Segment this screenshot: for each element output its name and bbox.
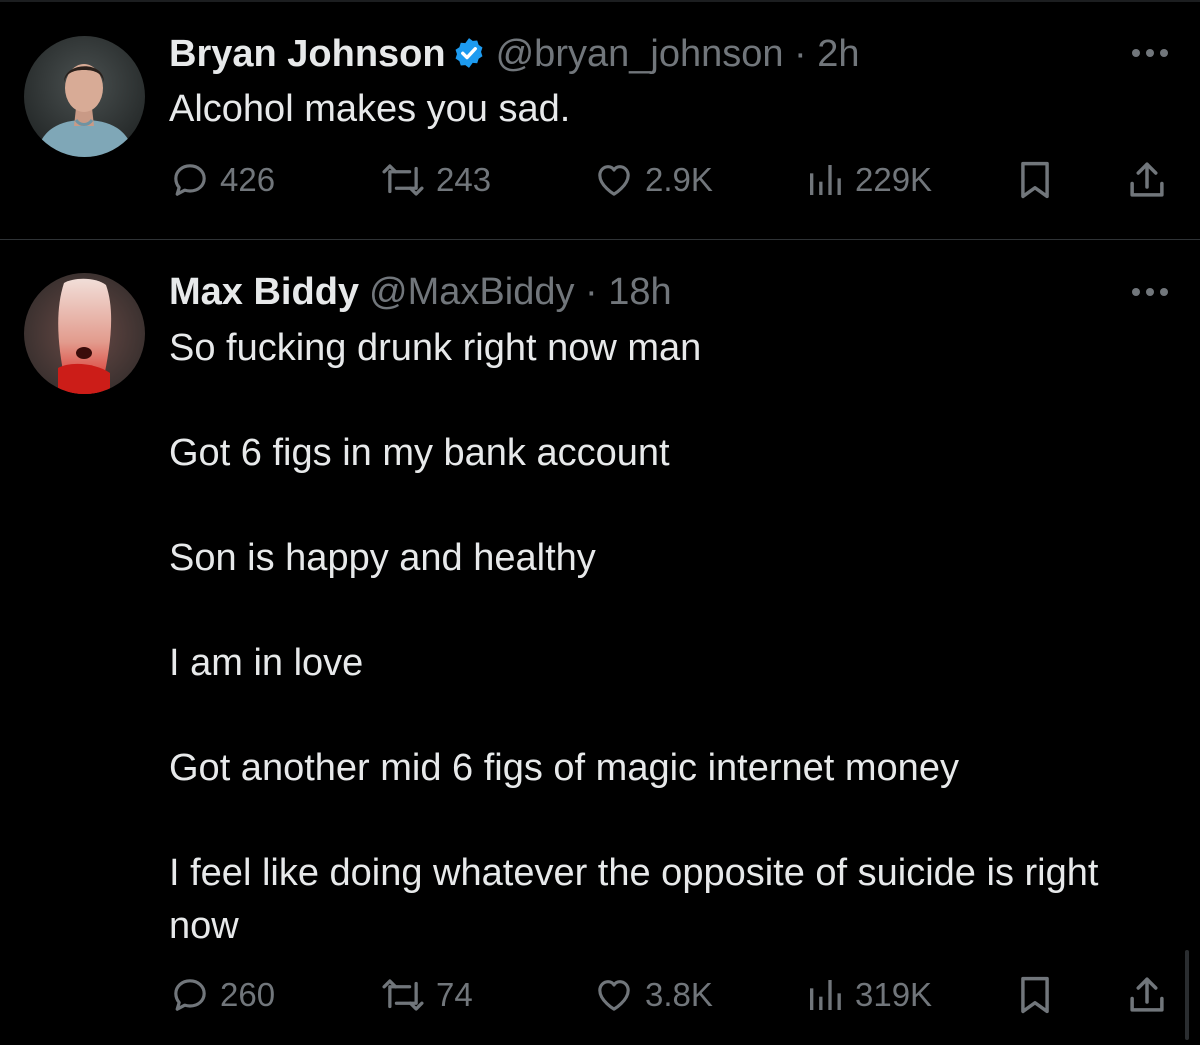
tweet-header: Bryan Johnson @bryan_johnson · 2h	[169, 32, 860, 76]
tweet-header: Max Biddy @MaxBiddy · 18h	[169, 270, 672, 314]
timestamp[interactable]: 18h	[608, 271, 671, 313]
bookmark-button[interactable]	[1016, 155, 1054, 205]
more-dot	[1160, 288, 1168, 296]
bar-chart-icon	[810, 165, 841, 195]
views-button[interactable]: 319K	[805, 970, 932, 1020]
more-options-button[interactable]	[1130, 46, 1170, 60]
tweet[interactable]: Bryan Johnson @bryan_johnson · 2h Alcoho…	[0, 0, 1200, 240]
tweet-text: So fucking drunk right now man Got 6 fig…	[169, 322, 1149, 952]
repost-icon	[382, 979, 424, 1011]
bookmark-button[interactable]	[1016, 970, 1054, 1020]
like-button[interactable]: 3.8K	[593, 970, 713, 1020]
like-count: 2.9K	[645, 161, 713, 198]
more-dot	[1146, 288, 1154, 296]
avatar-photo	[24, 273, 145, 394]
avatar[interactable]	[24, 36, 145, 157]
more-dot	[1132, 288, 1140, 296]
tweet-paragraph: Alcohol makes you sad.	[169, 88, 571, 130]
action-bar: 426 243 2.9K 229K	[0, 155, 1200, 205]
reply-bubble-icon	[174, 979, 206, 1011]
view-count: 229K	[855, 161, 933, 198]
scrollbar[interactable]	[1185, 950, 1189, 1040]
avatar[interactable]	[24, 273, 145, 394]
views-button[interactable]: 229K	[805, 155, 932, 205]
share-button[interactable]	[1126, 970, 1168, 1020]
reply-button[interactable]: 260	[170, 970, 275, 1020]
verified-badge-icon	[455, 38, 483, 68]
bar-chart-icon	[810, 980, 841, 1010]
author-name[interactable]: Max Biddy	[169, 271, 359, 313]
share-icon	[1130, 162, 1164, 197]
separator-dot: ·	[574, 271, 609, 313]
more-dot	[1160, 49, 1168, 57]
reply-bubble-icon	[174, 164, 206, 196]
tweet-text: Alcohol makes you sad.	[169, 86, 1149, 132]
heart-icon	[598, 165, 630, 196]
repost-button[interactable]: 243	[380, 155, 491, 205]
reply-button[interactable]: 426	[170, 155, 275, 205]
tweet-paragraph: So fucking drunk right now man	[169, 327, 702, 369]
separator-dot: ·	[783, 33, 818, 75]
share-button[interactable]	[1126, 155, 1168, 205]
author-handle[interactable]: @MaxBiddy	[369, 271, 574, 313]
repost-count: 243	[436, 161, 492, 198]
tweet-divider	[0, 239, 1200, 240]
author-handle[interactable]: @bryan_johnson	[496, 33, 784, 75]
action-bar: 260 74 3.8K 319K	[0, 970, 1200, 1020]
more-dot	[1146, 49, 1154, 57]
bookmark-icon	[1021, 976, 1049, 1014]
author-name[interactable]: Bryan Johnson	[169, 33, 446, 75]
like-button[interactable]: 2.9K	[593, 155, 713, 205]
tweet[interactable]: Max Biddy @MaxBiddy · 18h So fucking drun…	[0, 241, 1200, 1045]
tweet-paragraph: I am in love	[169, 642, 364, 684]
more-options-button[interactable]	[1130, 285, 1170, 299]
tweet-paragraph: I feel like doing whatever the opposite …	[169, 852, 1099, 947]
view-count: 319K	[855, 976, 933, 1013]
timestamp[interactable]: 2h	[817, 33, 859, 75]
avatar-photo	[24, 36, 145, 157]
tweet-paragraph: Son is happy and healthy	[169, 537, 596, 579]
repost-icon	[382, 164, 424, 196]
heart-icon	[598, 980, 630, 1011]
share-icon	[1130, 977, 1164, 1012]
reply-count: 426	[220, 161, 276, 198]
bookmark-icon	[1021, 161, 1049, 199]
more-dot	[1132, 49, 1140, 57]
repost-count: 74	[436, 976, 473, 1013]
tweet-paragraph: Got another mid 6 figs of magic internet…	[169, 747, 959, 789]
reply-count: 260	[220, 976, 276, 1013]
tweet-paragraph: Got 6 figs in my bank account	[169, 432, 670, 474]
like-count: 3.8K	[645, 976, 713, 1013]
repost-button[interactable]: 74	[380, 970, 473, 1020]
